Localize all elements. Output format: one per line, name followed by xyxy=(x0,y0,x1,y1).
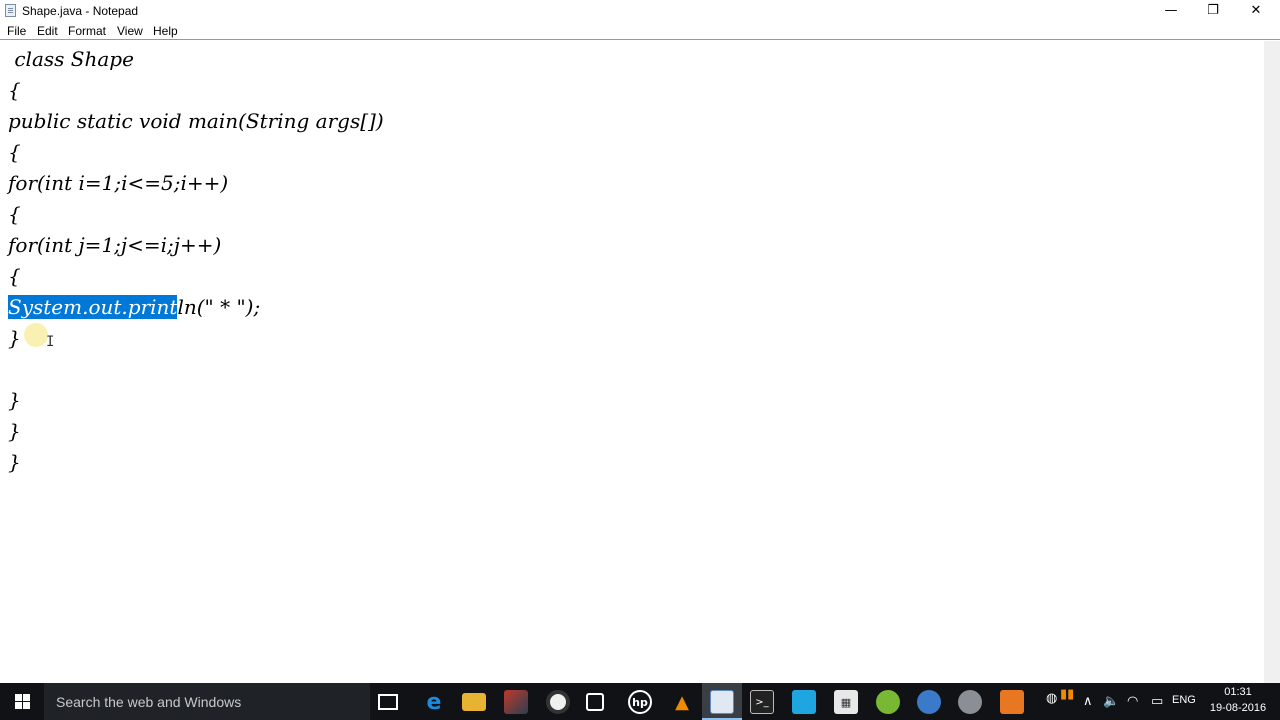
vlc-icon[interactable]: ▲ xyxy=(670,690,694,714)
file-explorer-icon[interactable] xyxy=(462,693,486,711)
menu-format[interactable]: Format xyxy=(68,24,106,38)
action-center-icon[interactable]: ▭ xyxy=(1151,694,1163,709)
unselected-text: ln(" * "); xyxy=(177,295,261,319)
app-icon[interactable] xyxy=(504,690,528,714)
app-icon[interactable] xyxy=(958,690,982,714)
clock-date[interactable]: 19-08-2016 xyxy=(1208,702,1268,714)
windows-logo-icon xyxy=(15,694,22,701)
code-line-selected: System.out.println(" * "); xyxy=(8,295,260,319)
code-line: { xyxy=(8,264,21,288)
code-line: public static void main(String args[]) xyxy=(8,109,384,133)
cursor-highlight xyxy=(24,323,48,347)
chevron-up-icon[interactable]: ∧ xyxy=(1083,694,1093,709)
code-line: { xyxy=(8,202,21,226)
menu-help[interactable]: Help xyxy=(153,24,178,38)
volume-icon[interactable]: 🔈 xyxy=(1103,694,1119,709)
minimize-button[interactable]: — xyxy=(1148,0,1194,21)
cmd-icon[interactable]: >_ xyxy=(750,690,774,714)
title-bar[interactable]: Shape.java - Notepad — ❐ ✕ xyxy=(0,0,1280,21)
code-line: } xyxy=(8,419,21,443)
app-icon[interactable] xyxy=(1000,690,1024,714)
menu-file[interactable]: File xyxy=(7,24,26,38)
notepad-icon xyxy=(5,4,16,17)
store-icon[interactable] xyxy=(586,693,604,711)
text-editor[interactable]: class Shape { public static void main(St… xyxy=(0,41,1264,683)
firefox-icon[interactable] xyxy=(917,690,941,714)
task-view-icon[interactable] xyxy=(378,694,398,710)
code-line: { xyxy=(8,140,21,164)
search-placeholder: Search the web and Windows xyxy=(56,694,242,710)
app-icon[interactable] xyxy=(792,690,816,714)
menu-edit[interactable]: Edit xyxy=(37,24,58,38)
calculator-icon[interactable]: ▦ xyxy=(834,690,858,714)
wifi-icon[interactable]: ◠ xyxy=(1127,694,1138,709)
hp-icon[interactable]: hp xyxy=(628,690,652,714)
code-line: { xyxy=(8,78,21,102)
text-cursor-icon: I xyxy=(46,334,55,350)
search-box[interactable]: Search the web and Windows xyxy=(44,683,370,720)
code-line: } xyxy=(8,388,21,412)
restore-button[interactable]: ❐ xyxy=(1190,0,1236,21)
chrome-icon[interactable] xyxy=(546,690,570,714)
notepad-taskbar-button[interactable] xyxy=(702,683,742,720)
edge-icon[interactable]: e xyxy=(422,690,446,715)
code-line: for(int i=1;i<=5;i++) xyxy=(8,171,229,195)
start-button[interactable] xyxy=(0,683,44,720)
menu-bar: File Edit Format View Help xyxy=(0,21,1280,40)
notification-icon[interactable]: ▮▮ xyxy=(1060,687,1074,702)
taskbar: Search the web and Windows e hp ▲ >_ ▦ ◍… xyxy=(0,683,1280,720)
close-button[interactable]: ✕ xyxy=(1233,0,1279,21)
language-indicator[interactable]: ENG xyxy=(1172,694,1196,706)
utorrent-icon[interactable] xyxy=(876,690,900,714)
code-line: } xyxy=(8,326,21,350)
notepad-icon xyxy=(710,690,734,714)
code-line: for(int j=1;j<=i;j++) xyxy=(8,233,222,257)
window-title: Shape.java - Notepad xyxy=(22,4,139,18)
code-line: class Shape xyxy=(8,47,134,71)
menu-view[interactable]: View xyxy=(117,24,143,38)
vertical-scrollbar[interactable] xyxy=(1264,41,1280,683)
code-line: } xyxy=(8,450,21,474)
selected-text: System.out.print xyxy=(8,295,178,319)
clock-time[interactable]: 01:31 xyxy=(1212,686,1264,698)
network-icon[interactable]: ◍ xyxy=(1046,691,1057,706)
